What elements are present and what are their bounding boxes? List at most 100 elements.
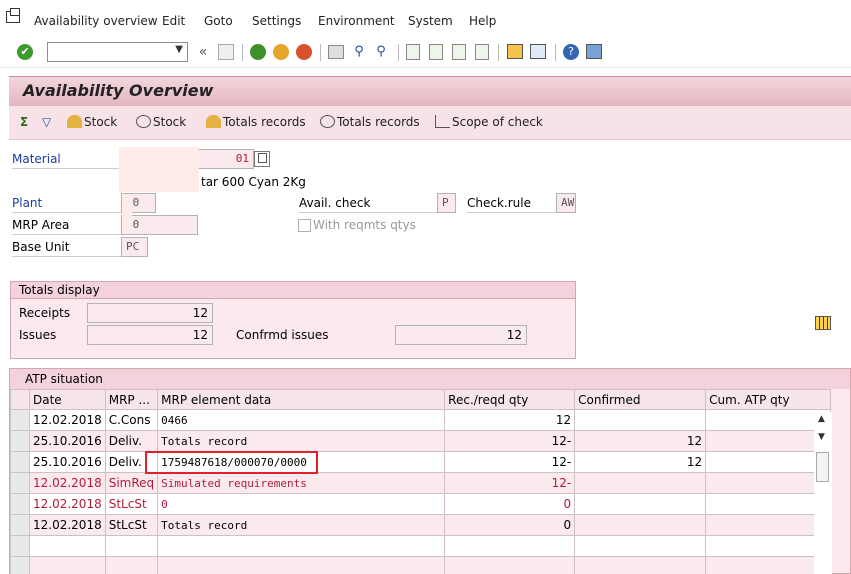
- find-next-icon[interactable]: ⚲: [372, 43, 390, 61]
- sum-icon[interactable]: Σ: [20, 115, 28, 129]
- row-selector[interactable]: [10, 514, 30, 536]
- row-selector-header[interactable]: [10, 389, 30, 410]
- cell-mrp-element: [104, 556, 159, 574]
- table-row[interactable]: 12.02.2018 StLcSt Totals record 0: [10, 514, 832, 536]
- material-label[interactable]: Material: [12, 152, 61, 166]
- cell-mrp-element-data: [157, 556, 446, 574]
- row-selector[interactable]: [10, 472, 30, 494]
- chevron-down-icon[interactable]: ▼: [175, 44, 183, 55]
- totals-records-detail-button[interactable]: Totals records: [320, 115, 420, 129]
- row-selector[interactable]: [10, 409, 30, 431]
- row-selector[interactable]: [10, 451, 30, 473]
- menu-edit[interactable]: Edit: [162, 14, 185, 28]
- column-header[interactable]: Date: [29, 389, 106, 410]
- avail-check-field[interactable]: P: [437, 193, 456, 213]
- back-arrows-icon[interactable]: «: [194, 43, 212, 61]
- help-icon[interactable]: ?: [563, 44, 579, 60]
- main-screen: Availability Overview Σ ▽ Stock Stock To…: [9, 76, 851, 574]
- atp-situation-group: ATP situation Date MRP ... MRP element d…: [9, 368, 851, 574]
- stock-button[interactable]: Stock: [67, 115, 117, 129]
- menu-system[interactable]: System: [408, 14, 453, 28]
- create-session-icon[interactable]: [507, 44, 523, 59]
- plant-label[interactable]: Plant: [12, 196, 42, 210]
- confirmed-issues-field: 12: [395, 325, 527, 345]
- scope-icon: [435, 115, 450, 128]
- table-row[interactable]: [10, 556, 832, 574]
- menu-availability-overview[interactable]: Availability overview: [34, 14, 158, 28]
- avail-check-label: Avail. check: [299, 196, 371, 210]
- filter-icon[interactable]: ▽: [42, 115, 51, 129]
- table-header-row: Date MRP ... MRP element data Rec./reqd …: [10, 389, 832, 410]
- table-row[interactable]: 25.10.2016 Deliv. 1759487618/000070/0000 12…: [10, 451, 832, 473]
- command-field[interactable]: ▼: [47, 42, 188, 62]
- column-header[interactable]: Confirmed: [574, 389, 707, 410]
- menu-goto[interactable]: Goto: [204, 14, 233, 28]
- exit-icon[interactable]: [273, 44, 289, 60]
- table-row[interactable]: 12.02.2018C.Cons046612 0: [10, 409, 832, 431]
- customize-layout-icon[interactable]: [586, 44, 602, 59]
- menu-help[interactable]: Help: [469, 14, 496, 28]
- first-page-icon[interactable]: [406, 44, 420, 60]
- cell-confirmed: [574, 535, 707, 557]
- label-underline: [299, 212, 437, 213]
- print-icon[interactable]: [328, 45, 344, 59]
- cell-cum-atp-qty: [705, 556, 832, 574]
- column-header[interactable]: MRP element data: [157, 389, 446, 410]
- cell-rec-reqd-qty: 0: [444, 493, 576, 515]
- cell-mrp-element: [104, 535, 159, 557]
- table-row[interactable]: 12.02.2018StLcSt000: [10, 493, 832, 515]
- mrp-area-field[interactable]: 20: [121, 215, 198, 235]
- totals-records-button[interactable]: Totals records: [206, 115, 306, 129]
- check-rule-field[interactable]: AW: [556, 193, 576, 213]
- value-help-icon[interactable]: [254, 151, 270, 167]
- row-selector[interactable]: [10, 430, 30, 452]
- menu-label: Availability overview: [34, 14, 158, 28]
- row-selector[interactable]: [10, 493, 30, 515]
- sap-menu-icon[interactable]: [6, 8, 20, 23]
- column-header[interactable]: Rec./reqd qty: [444, 389, 576, 410]
- menu-label: System: [408, 14, 453, 28]
- scope-of-check-button[interactable]: Scope of check: [435, 115, 543, 129]
- menu-settings[interactable]: Settings: [252, 14, 301, 28]
- vertical-scrollbar[interactable]: ▲ ▼: [814, 412, 832, 574]
- standard-toolbar: ✔ ▼ « ⚲ ⚲ ?: [0, 38, 851, 68]
- toolbar-separator: [498, 44, 499, 61]
- cancel-icon[interactable]: [296, 44, 312, 60]
- with-reqmts-label: With reqmts qtys: [313, 218, 416, 232]
- label-underline: [12, 256, 122, 257]
- find-icon[interactable]: ⚲: [350, 43, 368, 61]
- menu-label: Goto: [204, 14, 233, 28]
- redaction-mask: [122, 194, 132, 234]
- last-page-icon[interactable]: [475, 44, 489, 60]
- next-page-icon[interactable]: [452, 44, 466, 60]
- material-description: tar 600 Cyan 2Kg: [201, 175, 306, 189]
- scroll-up-icon[interactable]: ▲: [818, 414, 825, 424]
- enter-icon[interactable]: ✔: [17, 44, 33, 60]
- row-selector[interactable]: [10, 556, 30, 574]
- scope-of-check-label: Scope of check: [452, 115, 543, 129]
- previous-page-icon[interactable]: [429, 44, 443, 60]
- column-settings-icon[interactable]: [815, 316, 831, 330]
- base-unit-field[interactable]: PC: [121, 237, 148, 257]
- stock-detail-button[interactable]: Stock: [136, 115, 186, 129]
- scroll-thumb[interactable]: [816, 452, 829, 482]
- table-row[interactable]: 12.02.2018 SimReq Simulated requirements 12…: [10, 472, 832, 494]
- back-icon[interactable]: [250, 44, 266, 60]
- menu-label: Settings: [252, 14, 302, 28]
- cell-rec-reqd-qty: 12: [444, 409, 576, 431]
- column-header[interactable]: MRP ...: [104, 389, 159, 410]
- shortcut-icon[interactable]: [530, 44, 546, 59]
- receipts-label: Receipts: [19, 306, 71, 320]
- table-row[interactable]: 25.10.2016 Deliv. Totals record 12- 12: [10, 430, 832, 452]
- column-header[interactable]: Cum. ATP qty: [705, 389, 832, 410]
- row-selector[interactable]: [10, 535, 30, 557]
- totals-display-group: Totals display Receipts 12 Issues 12 Con…: [10, 281, 576, 359]
- table-row[interactable]: [10, 535, 832, 557]
- save-icon[interactable]: [218, 44, 234, 60]
- cell-rec-reqd-qty: 12-: [444, 451, 576, 473]
- scroll-down-icon[interactable]: ▼: [818, 432, 825, 442]
- totals-records-icon: [206, 115, 221, 128]
- menu-environment[interactable]: Environment: [318, 14, 395, 28]
- issues-field: 12: [87, 325, 213, 345]
- with-reqmts-checkbox[interactable]: [298, 219, 311, 232]
